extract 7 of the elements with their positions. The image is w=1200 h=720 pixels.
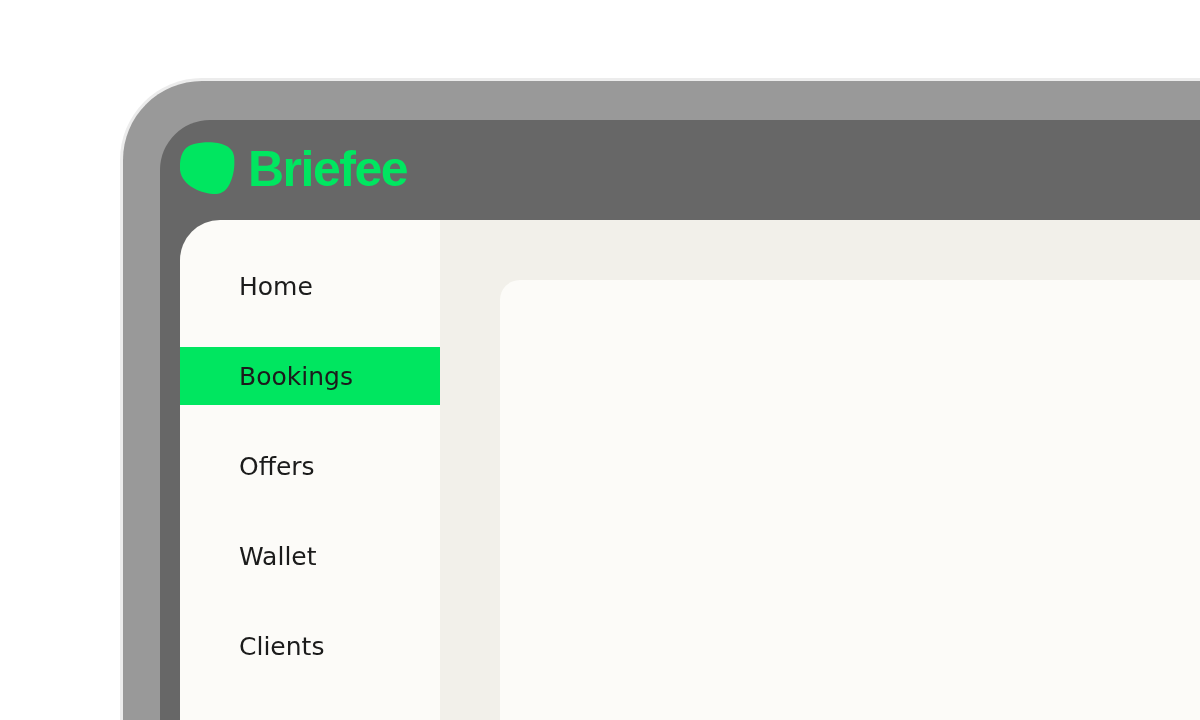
logo-icon bbox=[180, 142, 236, 196]
brand-name: Briefee bbox=[248, 142, 408, 196]
nav-item[interactable]: Wallet bbox=[180, 527, 440, 585]
nav-item[interactable]: Offers bbox=[180, 437, 440, 495]
nav-item[interactable]: Clients bbox=[180, 617, 440, 675]
nav-item[interactable]: Home bbox=[180, 257, 440, 315]
nav-item[interactable]: Bookings bbox=[180, 347, 440, 405]
